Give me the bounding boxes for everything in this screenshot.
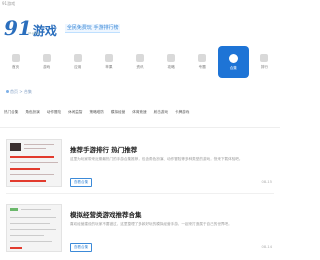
thumb-line (10, 241, 52, 242)
collection-card: 模拟经营类游戏推荐合集 喜欢经营建设的玩家不要错过，这里整理了多款好玩的模拟经营… (6, 204, 274, 258)
main-nav: 首页 游戏 应用 苹果 资讯 攻略 专题 合集 排行 (0, 46, 280, 80)
nav-label: 合集 (229, 65, 237, 70)
tag-item[interactable]: 策略塔防 (90, 110, 104, 115)
thumb-line (10, 235, 44, 236)
thumb-line (10, 174, 54, 175)
breadcrumb-text[interactable]: 首页 > 合集 (10, 89, 32, 94)
nav-label: 首页 (11, 65, 20, 69)
view-collection-button[interactable]: 查看合集 (70, 243, 92, 252)
nav-label: 应用 (74, 65, 82, 69)
thumb-line (10, 247, 22, 249)
tag-item[interactable]: 体育竞速 (132, 110, 146, 115)
top-text: 91游戏 (2, 1, 16, 6)
card-thumbnail[interactable] (6, 139, 62, 187)
tag-item[interactable]: 射击游戏 (154, 110, 168, 115)
thumb-line (10, 162, 58, 163)
nav-label: 苹果 (105, 65, 113, 69)
thumb-line (10, 229, 56, 230)
tag-item[interactable]: 角色扮演 (25, 110, 39, 115)
nav-item-home[interactable]: 首页 (0, 46, 31, 78)
nav-item-rank[interactable]: 排行 (249, 46, 280, 78)
slogan: 全民免费玩 手游排行榜 (64, 23, 121, 33)
nav-label: 游戏 (43, 65, 51, 69)
nav-item-apple[interactable]: 苹果 (93, 46, 124, 78)
tag-item[interactable]: 休闲益智 (68, 110, 82, 115)
thumb-avatar (10, 143, 21, 151)
logo-subtext: 91game (28, 31, 41, 35)
nav-label: 专题 (198, 65, 206, 69)
nav-label: 攻略 (167, 65, 175, 69)
card-thumbnail[interactable] (6, 204, 62, 252)
nav-label: 排行 (260, 65, 269, 69)
site-header: 91 游戏 91game 全民免费玩 手游排行榜 (4, 16, 121, 40)
divider (0, 127, 280, 128)
card-date: 08-15 (261, 180, 272, 184)
thumb-banner (10, 208, 18, 211)
topic-icon (198, 54, 207, 62)
nav-item-apps[interactable]: 应用 (62, 46, 93, 78)
tag-item[interactable]: 热门合集 (4, 110, 18, 115)
breadcrumb: 首页 > 合集 (6, 89, 32, 95)
collection-card: 推荐手游排行 热门推荐 这里为玩家带来近期最热门的手游合集推荐，包含角色扮演、动… (6, 139, 274, 195)
news-icon (135, 54, 144, 62)
thumb-line (21, 209, 51, 210)
collection-icon (228, 53, 238, 63)
card-title[interactable]: 推荐手游排行 热门推荐 (70, 144, 137, 154)
logo-number: 91 (4, 16, 32, 40)
tag-item[interactable]: 动作冒险 (47, 110, 61, 115)
tag-bar: 热门合集 角色扮演 动作冒险 休闲益智 策略塔防 模拟经营 体育竞速 射击游戏 … (4, 110, 276, 115)
guide-icon (167, 54, 176, 62)
thumb-line (10, 180, 46, 182)
nav-item-games[interactable]: 游戏 (31, 46, 62, 78)
thumb-line (10, 156, 54, 158)
card-description: 喜欢经营建设的玩家不要错过，这里整理了多款好玩的模拟经营手游，一起来打造属于自己… (70, 222, 232, 226)
thumb-line (10, 217, 56, 218)
home-icon (11, 54, 20, 62)
card-description: 这里为玩家带来近期最热门的手游合集推荐，包含角色扮演、动作冒险等多种类型的游戏，… (70, 157, 243, 161)
nav-label: 资讯 (136, 65, 144, 69)
nav-item-news[interactable]: 资讯 (124, 46, 155, 78)
nav-item-topic[interactable]: 专题 (187, 46, 218, 78)
nav-item-guide[interactable]: 攻略 (156, 46, 187, 78)
thumb-line (24, 148, 46, 149)
thumb-line (24, 144, 54, 145)
nav-item-collection[interactable]: 合集 (217, 46, 249, 78)
gamepad-icon (42, 54, 51, 62)
apple-icon (104, 54, 113, 62)
tag-item[interactable]: 卡牌游戏 (175, 110, 189, 115)
site-logo[interactable]: 91 游戏 91game (4, 18, 57, 38)
divider (6, 193, 274, 194)
thumb-line (10, 168, 40, 170)
card-date: 08-14 (261, 245, 272, 249)
tag-item[interactable]: 模拟经营 (111, 110, 125, 115)
location-icon (6, 90, 9, 93)
thumb-line (10, 223, 50, 224)
card-title[interactable]: 模拟经营类游戏推荐合集 (70, 209, 142, 219)
rank-icon (260, 54, 269, 62)
apps-icon (73, 54, 82, 62)
view-collection-button[interactable]: 查看合集 (70, 178, 92, 187)
